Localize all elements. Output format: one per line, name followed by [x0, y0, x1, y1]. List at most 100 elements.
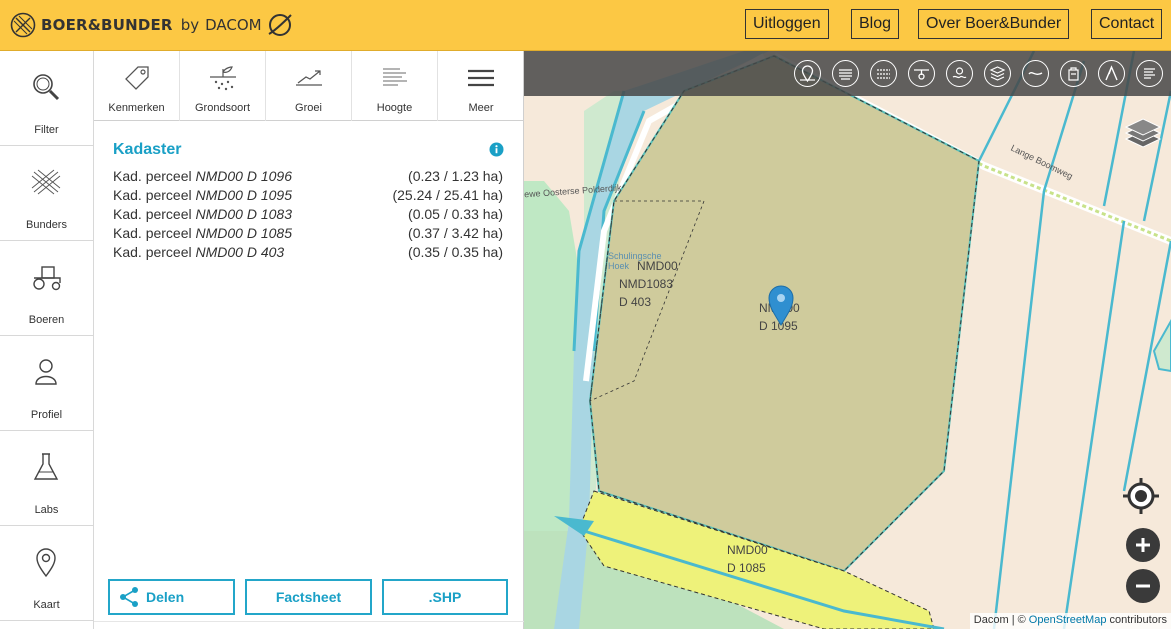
tractor-icon [33, 266, 61, 291]
sidebar-item-label: Boeren [28, 314, 65, 326]
minus-icon [1136, 584, 1150, 588]
parcel-row: Kad. perceel NMD00 D 1083 (0.05 / 0.33 h… [113, 206, 503, 225]
flask-icon [33, 453, 59, 480]
attribution-prefix: Dacom | [973, 614, 1015, 626]
tab-kenmerken[interactable]: Kenmerken [94, 51, 180, 121]
fields-icon [31, 169, 61, 195]
detail-panel: Kenmerken Grondsoort Groei Hoogte Meer K… [94, 51, 524, 629]
sidebar-item-kaart[interactable]: Kaart [0, 526, 93, 621]
parcel-label: D 1085 [727, 561, 766, 575]
map-view[interactable]: Lange Boomweg ewe Oosterse Polderdijk Sc… [524, 51, 1171, 629]
parcel-id: NMD00 D 1096 [195, 168, 293, 184]
contact-button[interactable]: Contact [1091, 9, 1163, 39]
parcel-id: NMD00 D 403 [195, 244, 285, 260]
attribution-copyright: © [1017, 614, 1026, 626]
sidebar-item-boeren[interactable]: Boeren [0, 241, 93, 336]
search-icon [33, 74, 60, 101]
brand-by: by [180, 16, 200, 34]
section-title: Kadaster [113, 141, 182, 158]
shp-button[interactable]: .SHP [382, 579, 508, 615]
height-icon [383, 68, 407, 86]
layers-stack-icon[interactable] [984, 60, 1011, 87]
parcel-row: Kad. perceel NMD00 D 1095 (25.24 / 25.41… [113, 187, 503, 206]
tab-meer[interactable]: Meer [438, 51, 524, 121]
share-icon [120, 587, 138, 607]
logout-button[interactable]: Uitloggen [745, 9, 829, 39]
plus-icon [1136, 538, 1150, 552]
tag-icon [125, 66, 149, 90]
tab-label: Groei [295, 102, 322, 114]
tab-label: Grondsoort [194, 102, 251, 114]
tab-hoogte[interactable]: Hoogte [352, 51, 438, 121]
parcel-prefix: Kad. perceel [113, 206, 192, 222]
attribution-suffix: contributors [1109, 614, 1167, 626]
user-icon [35, 359, 57, 385]
zoom-out-button[interactable] [1126, 569, 1160, 603]
menu-icon [468, 69, 494, 87]
parcel-row: Kad. perceel NMD00 D 1085 (0.37 / 3.42 h… [113, 225, 503, 244]
map-canvas [524, 51, 1171, 629]
parcel-area: (0.23 / 1.23 ha) [408, 168, 503, 184]
panel-tabs: Kenmerken Grondsoort Groei Hoogte Meer [94, 51, 524, 121]
tab-grondsoort[interactable]: Grondsoort [180, 51, 266, 121]
tab-label: Hoogte [376, 102, 413, 114]
sidebar-item-filter[interactable]: Filter [0, 51, 93, 146]
parcel-area: (0.37 / 3.42 ha) [408, 225, 503, 241]
parcel-id: NMD00 D 1095 [195, 187, 293, 203]
parcel-row: Kad. perceel NMD00 D 403 (0.35 / 0.35 ha… [113, 244, 503, 263]
parcel-area: (0.35 / 0.35 ha) [408, 244, 503, 260]
tab-groei[interactable]: Groei [266, 51, 352, 121]
parcel-prefix: Kad. perceel [113, 187, 192, 203]
sidebar: Filter Bunders Boeren Profiel Labs Kaart [0, 51, 94, 629]
sidebar-item-bunders[interactable]: Bunders [0, 146, 93, 241]
parcel-prefix: Kad. perceel [113, 168, 192, 184]
parcel-id: NMD00 D 1085 [195, 225, 293, 241]
parcel-label: NMD00 [727, 543, 768, 557]
parcel-label: NMD1083 [619, 277, 674, 291]
header-bar: BOER&BUNDER by DACOM Uitloggen Blog Over… [0, 0, 1171, 51]
wave-icon[interactable] [1022, 60, 1049, 87]
tab-label: Kenmerken [108, 102, 165, 114]
zoom-in-button[interactable] [1126, 528, 1160, 562]
map-toolbar [524, 51, 1171, 96]
rain-icon[interactable] [832, 60, 859, 87]
share-label: Delen [146, 589, 185, 605]
about-button[interactable]: Over Boer&Bunder [918, 9, 1070, 39]
osm-link[interactable]: OpenStreetMap [1029, 614, 1107, 626]
parcel-id: NMD00 D 1083 [195, 206, 293, 222]
sidebar-item-labs[interactable]: Labs [0, 431, 93, 526]
app: BOER&BUNDER by DACOM Uitloggen Blog Over… [0, 0, 1171, 629]
map-attribution: Dacom | © OpenStreetMap contributors [969, 613, 1171, 629]
sidebar-item-label: Profiel [30, 409, 63, 421]
water-icon[interactable] [946, 60, 973, 87]
sidebar-item-label: Kaart [33, 599, 60, 611]
map-marker-icon[interactable] [767, 284, 795, 326]
parcel-label: D 403 [619, 295, 652, 309]
dacom-leaf-icon [268, 14, 292, 36]
parcel-prefix: Kad. perceel [113, 244, 192, 260]
info-icon[interactable] [489, 142, 504, 157]
path-icon[interactable] [1098, 60, 1125, 87]
parcel-label: NMD00 [637, 259, 678, 273]
map-pin-icon [36, 548, 56, 578]
bag-icon[interactable] [1060, 60, 1087, 87]
sidebar-item-profiel[interactable]: Profiel [0, 336, 93, 431]
locate-me-icon[interactable] [1122, 477, 1160, 515]
soil-icon [210, 66, 236, 91]
share-button[interactable]: Delen [108, 579, 235, 615]
layers-icon[interactable] [1124, 117, 1162, 151]
parcel-prefix: Kad. perceel [113, 225, 192, 241]
text-lines-icon[interactable] [1136, 60, 1163, 87]
blog-button[interactable]: Blog [851, 9, 900, 39]
logo[interactable]: BOER&BUNDER by DACOM [10, 10, 294, 40]
drainage-icon[interactable] [870, 60, 897, 87]
logo-icon [10, 12, 36, 38]
parcel-area: (0.05 / 0.33 ha) [408, 206, 503, 222]
brand-name: BOER&BUNDER [41, 16, 173, 34]
location-icon[interactable] [794, 60, 821, 87]
drone-icon[interactable] [908, 60, 935, 87]
factsheet-button[interactable]: Factsheet [245, 579, 372, 615]
company-name: DACOM [205, 16, 262, 34]
sidebar-item-label: Bunders [26, 219, 67, 231]
panel-footer [94, 621, 524, 629]
